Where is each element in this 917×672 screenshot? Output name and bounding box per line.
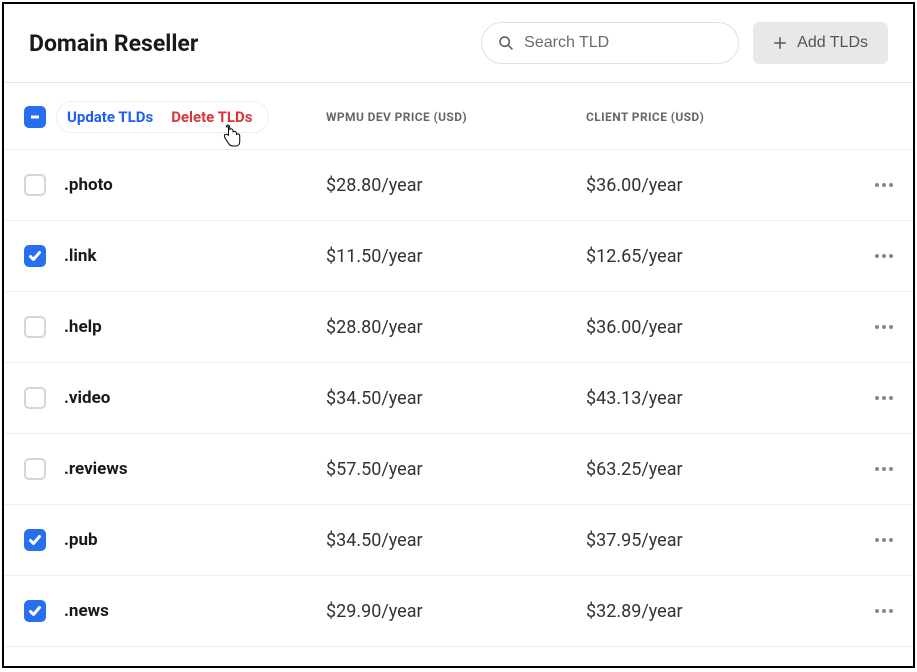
tld-name: .reviews: [64, 459, 128, 479]
dev-price: $57.50/year: [326, 459, 586, 480]
client-price: $32.89/year: [586, 601, 853, 622]
dev-price: $28.80/year: [326, 317, 586, 338]
column-header-client-price: CLIENT PRICE (USD): [586, 110, 893, 124]
tld-name: .photo: [64, 175, 113, 195]
client-price: $37.95/year: [586, 530, 853, 551]
tld-name: .link: [64, 246, 97, 266]
select-all-checkbox[interactable]: [24, 106, 46, 128]
delete-tlds-button[interactable]: Delete TLDs: [171, 108, 252, 126]
row-actions-button[interactable]: [853, 538, 893, 542]
search-icon: [498, 35, 514, 51]
tld-name: .news: [64, 601, 109, 621]
row-checkbox[interactable]: [24, 245, 46, 267]
table-row: .help $28.80/year$36.00/year: [4, 292, 913, 363]
row-actions-button[interactable]: [853, 396, 893, 400]
dev-price: $28.80/year: [326, 175, 586, 196]
client-price: $43.13/year: [586, 388, 853, 409]
client-price: $36.00/year: [586, 175, 853, 196]
tld-name: .help: [64, 317, 102, 337]
row-actions-button[interactable]: [853, 467, 893, 471]
client-price: $36.00/year: [586, 317, 853, 338]
add-tlds-label: Add TLDs: [797, 34, 868, 52]
row-checkbox[interactable]: [24, 174, 46, 196]
client-price: $63.25/year: [586, 459, 853, 480]
page-title: Domain Reseller: [29, 30, 467, 57]
update-tlds-button[interactable]: Update TLDs: [67, 108, 153, 126]
table-row: .reviews $57.50/year$63.25/year: [4, 434, 913, 505]
row-actions-button[interactable]: [853, 325, 893, 329]
dev-price: $29.90/year: [326, 601, 586, 622]
add-tlds-button[interactable]: Add TLDs: [753, 22, 888, 64]
dev-price: $34.50/year: [326, 388, 586, 409]
table-row: .link $11.50/year$12.65/year: [4, 221, 913, 292]
table-row: .video $34.50/year$43.13/year: [4, 363, 913, 434]
row-checkbox[interactable]: [24, 458, 46, 480]
more-icon: [875, 254, 893, 258]
more-icon: [875, 467, 893, 471]
row-checkbox[interactable]: [24, 529, 46, 551]
more-icon: [875, 396, 893, 400]
row-actions-button[interactable]: [853, 609, 893, 613]
search-input[interactable]: [524, 34, 722, 52]
dev-price: $34.50/year: [326, 530, 586, 551]
row-actions-button[interactable]: [853, 183, 893, 187]
row-checkbox[interactable]: [24, 387, 46, 409]
tld-name: .video: [64, 388, 110, 408]
search-field-wrap[interactable]: [481, 22, 739, 64]
more-icon: [875, 609, 893, 613]
table-row: .photo $28.80/year$36.00/year: [4, 150, 913, 221]
table-row: .news $29.90/year$32.89/year: [4, 576, 913, 647]
dev-price: $11.50/year: [326, 246, 586, 267]
table-row: .pub $34.50/year$37.95/year: [4, 505, 913, 576]
row-checkbox[interactable]: [24, 316, 46, 338]
more-icon: [875, 538, 893, 542]
row-actions-button[interactable]: [853, 254, 893, 258]
more-icon: [875, 325, 893, 329]
more-icon: [875, 183, 893, 187]
row-checkbox[interactable]: [24, 600, 46, 622]
client-price: $12.65/year: [586, 246, 853, 267]
plus-icon: [773, 36, 787, 50]
column-header-dev-price: WPMU DEV PRICE (USD): [326, 110, 586, 124]
tld-name: .pub: [64, 530, 98, 550]
